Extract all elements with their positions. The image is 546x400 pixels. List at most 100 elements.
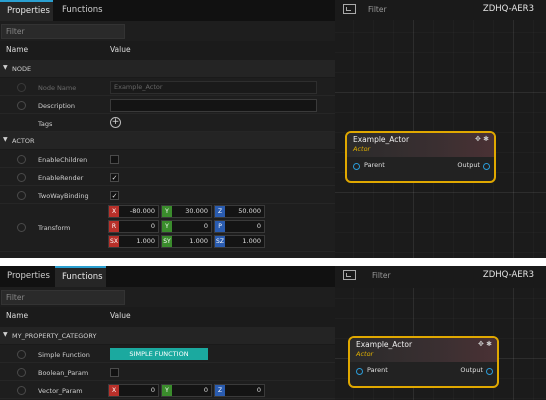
reset-circle-icon[interactable] (17, 101, 26, 110)
reset-circle-icon[interactable] (17, 173, 26, 182)
parent-pin-icon[interactable] (356, 368, 363, 375)
reset-circle-icon[interactable] (17, 223, 26, 232)
reset-circle-icon[interactable] (17, 155, 26, 164)
graph-view-icon[interactable] (343, 270, 356, 280)
category-label: ACTOR (12, 137, 35, 145)
graph-filter-input[interactable]: Filter (372, 271, 391, 280)
node-header: Example_Actor Actor ✥ ✱ (350, 338, 497, 362)
column-header: Name Value (0, 41, 335, 60)
filter-input[interactable]: Filter (1, 24, 125, 39)
name-column-header: Name (6, 311, 29, 320)
enable-children-checkbox[interactable] (110, 155, 119, 164)
output-pin-icon[interactable] (486, 368, 493, 375)
category-my-property-category[interactable]: ▼ MY_PROPERTY_CATEGORY (0, 327, 335, 345)
properties-panel-screenshot: Properties Functions Filter Name Value ▼… (0, 0, 546, 258)
scale-x-field[interactable]: SX 1.000 (108, 235, 159, 248)
reset-circle-icon[interactable] (17, 386, 26, 395)
property-label: Boolean_Param (38, 369, 89, 377)
vector-x-field[interactable]: X0 (108, 384, 159, 397)
category-actor[interactable]: ▼ ACTOR (0, 132, 335, 150)
property-label: EnableRender (38, 174, 84, 182)
tab-properties[interactable]: Properties (0, 266, 57, 287)
parent-pin-icon[interactable] (353, 163, 360, 170)
reset-circle-icon[interactable] (17, 83, 26, 92)
property-label: Vector_Param (38, 387, 83, 395)
location-z-field[interactable]: Z 50.000 (214, 205, 265, 218)
location-x-field[interactable]: X -80.000 (108, 205, 159, 218)
description-input[interactable] (110, 99, 317, 112)
field-value: 1.000 (189, 237, 208, 245)
tab-properties[interactable]: Properties (0, 0, 53, 21)
scale-y-field[interactable]: SY 1.000 (161, 235, 212, 248)
simple-function-button[interactable]: SIMPLE FUNCTION (110, 348, 208, 360)
field-value: 30.000 (185, 207, 208, 215)
filter-row: Filter (0, 21, 335, 41)
tab-bar: Properties Functions (0, 266, 335, 287)
checkmark-icon: ✓ (111, 192, 118, 200)
property-label: Transform (38, 224, 71, 232)
functions-panel-screenshot: Properties Functions Filter Name Value ▼… (0, 266, 546, 400)
checkmark-icon: ✓ (111, 174, 118, 182)
axis-tag: P (215, 221, 225, 232)
property-label: Description (38, 102, 76, 110)
rotation-yaw-field[interactable]: Y0 (161, 220, 212, 233)
graph-filter-input[interactable]: Filter (368, 5, 387, 14)
gear-icon[interactable]: ✱ (483, 135, 489, 143)
axis-tag: R (109, 221, 119, 232)
chevron-down-icon: ▼ (3, 64, 8, 71)
parent-pin-label: Parent (364, 161, 385, 169)
z-axis-tag: Z (215, 385, 225, 396)
graph-node[interactable]: Example_Actor Actor ✥ ✱ Parent Output (348, 336, 499, 388)
chevron-down-icon: ▼ (3, 136, 8, 143)
graph-view-icon[interactable] (343, 4, 356, 14)
boolean-param-checkbox[interactable] (110, 368, 119, 377)
axis-tag: SY (162, 236, 172, 247)
property-row-two-way-binding: TwoWayBinding ✓ (0, 186, 335, 204)
x-axis-tag: X (109, 385, 119, 396)
vector-z-field[interactable]: Z0 (214, 384, 265, 397)
gear-icon[interactable]: ✱ (486, 340, 492, 348)
two-way-binding-checkbox[interactable]: ✓ (110, 191, 119, 200)
field-value: 50.000 (238, 207, 261, 215)
scale-z-field[interactable]: SZ 1.000 (214, 235, 265, 248)
chevron-down-icon: ▼ (3, 331, 8, 338)
graph-node[interactable]: Example_Actor Actor ✥ ✱ Parent Output (345, 131, 496, 183)
property-label: Node Name (38, 84, 77, 92)
tab-functions[interactable]: Functions (55, 266, 106, 287)
category-label: MY_PROPERTY_CATEGORY (12, 332, 97, 340)
move-icon[interactable]: ✥ (475, 135, 481, 143)
field-value: 0 (203, 222, 208, 230)
reset-circle-icon[interactable] (17, 368, 26, 377)
field-value: 1.000 (242, 237, 261, 245)
field-value: 1.000 (136, 237, 155, 245)
rotation-roll-field[interactable]: R0 (108, 220, 159, 233)
field-value: 0 (150, 386, 155, 394)
rotation-pitch-field[interactable]: P0 (214, 220, 265, 233)
tab-functions[interactable]: Functions (55, 0, 110, 21)
property-row-enable-children: EnableChildren (0, 150, 335, 168)
graph-view[interactable]: Filter ZDHQ-AER3 Example_Actor Actor ✥ ✱… (335, 266, 546, 400)
value-column-header: Value (110, 45, 131, 54)
vector-y-field[interactable]: Y0 (161, 384, 212, 397)
location-y-field[interactable]: Y 30.000 (161, 205, 212, 218)
property-row-transform: Transform X -80.000 Y 30.000 Z 50.000 R0 Y0… (0, 204, 335, 252)
graph-title: ZDHQ-AER3 (482, 4, 534, 14)
node-header: Example_Actor Actor ✥ ✱ (347, 133, 494, 157)
output-pin-icon[interactable] (483, 163, 490, 170)
field-value: -80.000 (129, 207, 155, 215)
reset-circle-icon[interactable] (17, 350, 26, 359)
plus-circle-icon[interactable]: + (110, 117, 121, 128)
axis-tag: SX (109, 236, 119, 247)
property-label: TwoWayBinding (38, 192, 89, 200)
graph-view[interactable]: Filter ZDHQ-AER3 Example_Actor Actor ✥ ✱… (335, 0, 546, 258)
node-title: Example_Actor (356, 340, 413, 349)
move-icon[interactable]: ✥ (478, 340, 484, 348)
value-column-header: Value (110, 311, 131, 320)
field-value: 0 (150, 222, 155, 230)
axis-tag: Y (162, 221, 172, 232)
reset-circle-icon[interactable] (17, 191, 26, 200)
axis-tag: Z (215, 206, 225, 217)
category-node[interactable]: ▼ NODE (0, 60, 335, 78)
filter-input[interactable]: Filter (1, 290, 125, 305)
enable-render-checkbox[interactable]: ✓ (110, 173, 119, 182)
